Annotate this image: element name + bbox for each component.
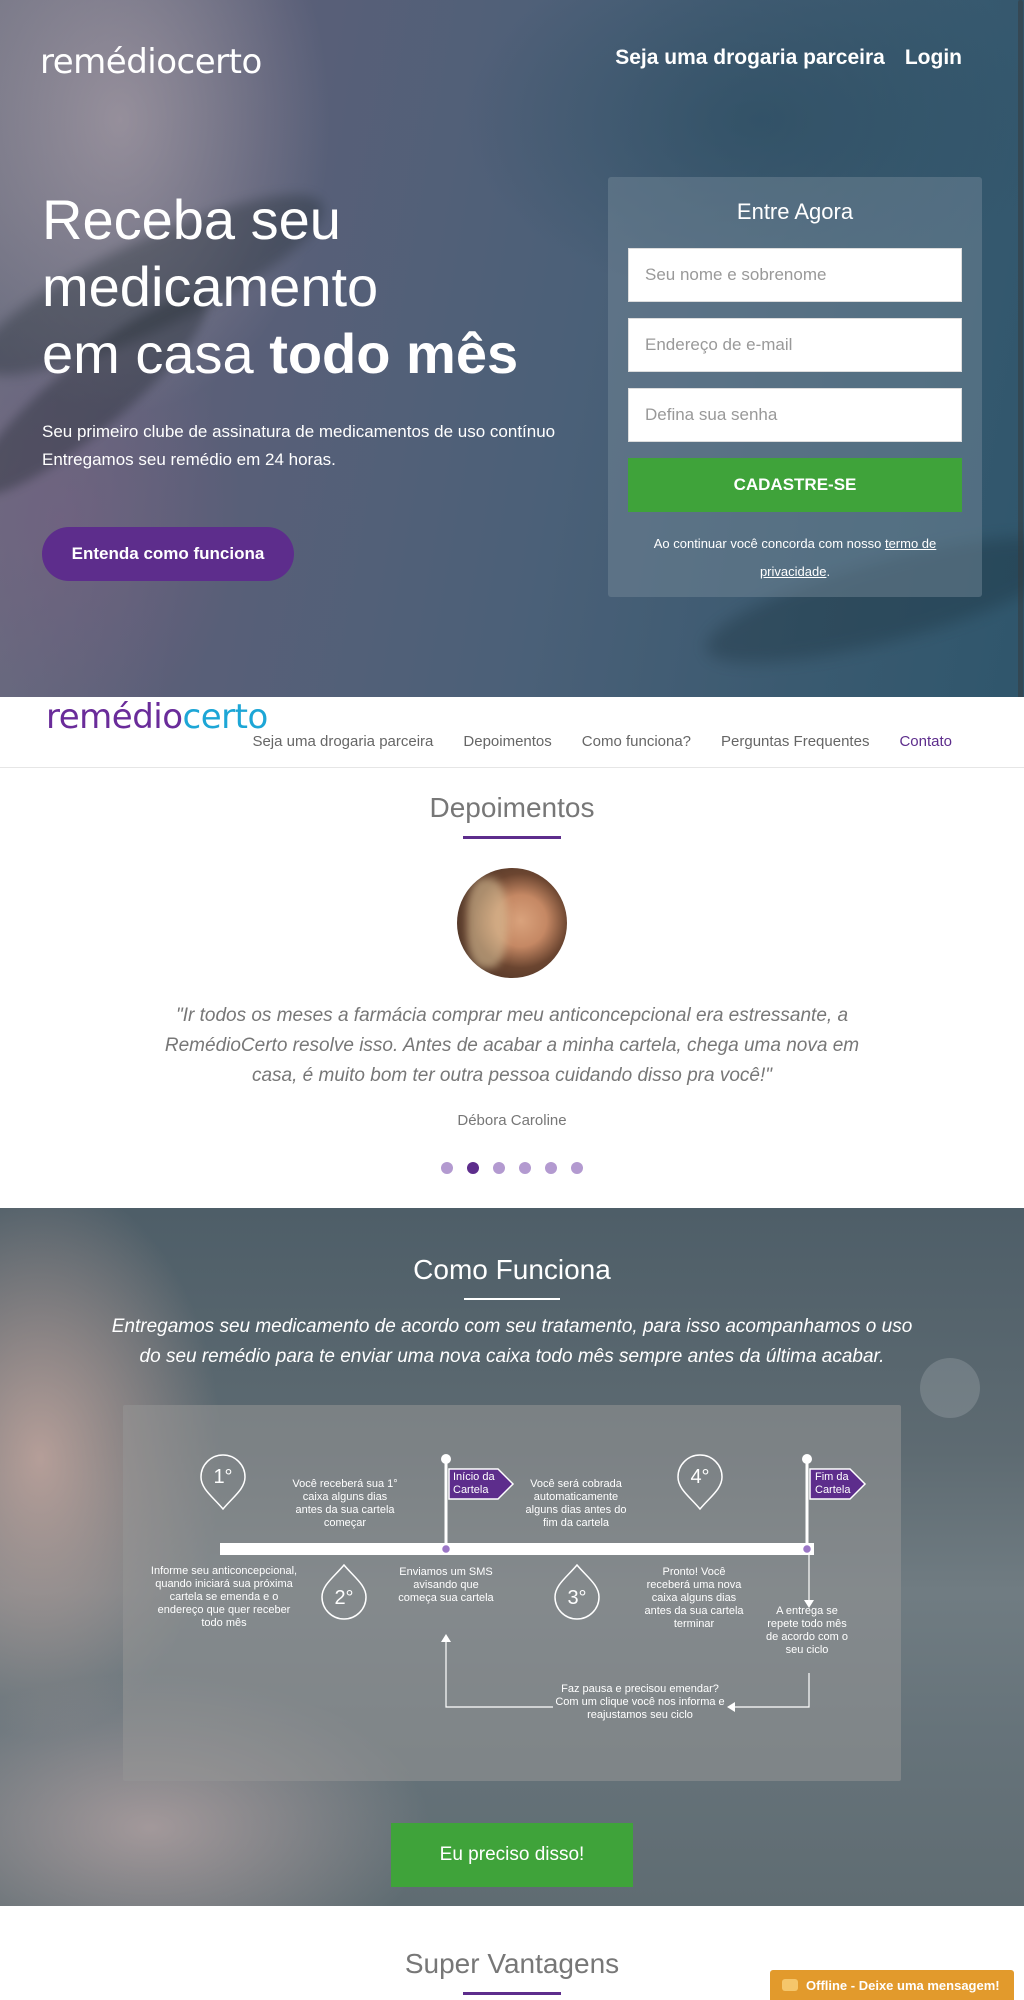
avatar [457,868,567,978]
nav-item-faq[interactable]: Perguntas Frequentes [721,733,869,750]
carousel-dot[interactable] [493,1162,505,1174]
terms-text: Ao continuar você concorda com nosso ter… [628,530,962,586]
brand-logo-colored[interactable]: remédiocerto [46,697,268,737]
start-pole-top [441,1454,451,1464]
logo-part-remedio: remédio [46,697,183,737]
return-loop-line [445,1642,553,1708]
step-number-1: 1° [213,1466,233,1488]
pause-loop-line [735,1673,810,1708]
terms-suffix: . [826,564,831,579]
how-it-works-button[interactable]: Entenda como funciona [42,527,294,581]
signup-button[interactable]: CADASTRE-SE [628,458,962,512]
nav-item-partner[interactable]: Seja uma drogaria parceira [252,733,433,750]
signup-form: Entre Agora Seu nome e sobrenome Endereç… [608,177,982,597]
nav-item-contact[interactable]: Contato [899,733,952,750]
step-number-3: 3° [567,1587,587,1609]
chat-bubble-icon [782,1979,798,1991]
end-pole-top [802,1454,812,1464]
flag-start-label: Início da Cartela [453,1471,495,1496]
nav-item-how-it-works[interactable]: Como funciona? [582,733,691,750]
i-need-this-button[interactable]: Eu preciso disso! [391,1823,633,1887]
testimonial-author: Débora Caroline [457,1112,567,1129]
chat-label: Offline - Deixe uma mensagem! [806,1977,1000,1993]
repeat-text: A entrega se repete todo mês de acordo c… [766,1605,848,1656]
carousel-dots [0,1162,1024,1174]
carousel-dot[interactable] [519,1162,531,1174]
testimonials-section: Depoimentos "Ir todos os meses a farmáci… [0,768,1024,1208]
hero-sub-line1: Seu primeiro clube de assinatura de medi… [42,422,556,441]
carousel-dot[interactable] [571,1162,583,1174]
brand-logo[interactable]: remédiocerto [40,42,262,82]
hero-title-line1: Receba seu [42,188,341,251]
nav-item-testimonials[interactable]: Depoimentos [463,733,551,750]
top-nav: Seja uma drogaria parceira Login [615,46,962,70]
timeline-diagram: 1° 2° 3° 4° Início da Cartela Fim da Car… [123,1405,901,1781]
partner-pharmacy-link[interactable]: Seja uma drogaria parceira [615,46,885,70]
section-title: Como Funciona [413,1254,611,1285]
hero-title-line3: em casa [42,322,270,385]
step-number-2: 2° [334,1587,354,1609]
title-underline [463,1992,561,1995]
title-underline [464,1298,560,1300]
hero-section: remédiocerto Seja uma drogaria parceira … [0,0,1024,697]
pause-text: Faz pausa e precisou emendar? Com um cli… [555,1683,725,1721]
sms-text: Enviamos um SMS avisando que começa sua … [398,1566,494,1604]
step-number-4: 4° [690,1466,710,1488]
email-input[interactable]: Endereço de e-mail [628,318,962,372]
terms-prefix: Ao continuar você concorda com nosso [653,536,885,551]
name-input[interactable]: Seu nome e sobrenome [628,248,962,302]
end-marker [801,1543,813,1555]
ready-text: Pronto! Você receberá uma nova caixa alg… [644,1566,744,1630]
hero-title: Receba seu medicamento em casa todo mês [42,186,602,387]
first-box-text: Você receberá sua 1° caixa alguns dias a… [292,1478,398,1529]
section-title: Depoimentos [429,792,595,823]
carousel-dot[interactable] [441,1162,453,1174]
main-navbar: remédiocerto Seja uma drogaria parceira … [0,697,1024,768]
hero-subtitle: Seu primeiro clube de assinatura de medi… [42,418,602,474]
timeline-bar [220,1543,814,1555]
charge-text: Você será cobrada automaticamente alguns… [525,1478,627,1529]
password-input[interactable]: Defina sua senha [628,388,962,442]
chat-widget[interactable]: Offline - Deixe uma mensagem! [770,1970,1014,2000]
hero-title-line2: medicamento [42,255,379,318]
login-link[interactable]: Login [905,46,962,70]
return-loop-head [441,1634,451,1642]
pause-loop-head [727,1702,735,1712]
testimonial-quote: "Ir todos os meses a farmácia comprar me… [164,1005,860,1086]
hero-title-emphasis: todo mês [269,322,519,385]
step1-text: Informe seu anticoncepcional, quando ini… [150,1565,298,1629]
how-it-works-section: Como Funciona Entregamos seu medicamento… [0,1208,1024,1906]
title-underline [463,836,561,839]
background-light [920,1358,980,1418]
carousel-dot-active[interactable] [467,1162,479,1174]
nav-menu: Seja uma drogaria parceira Depoimentos C… [252,733,952,750]
start-marker [440,1543,452,1555]
carousel-dot[interactable] [545,1162,557,1174]
logo-part-certo: certo [182,697,269,737]
signup-title: Entre Agora [736,199,854,224]
how-it-works-lead: Entregamos seu medicamento de acordo com… [111,1316,913,1367]
hero-sub-line2: Entregamos seu remédio em 24 horas. [42,450,336,469]
flag-end-label: Fim da Cartela [815,1471,851,1496]
